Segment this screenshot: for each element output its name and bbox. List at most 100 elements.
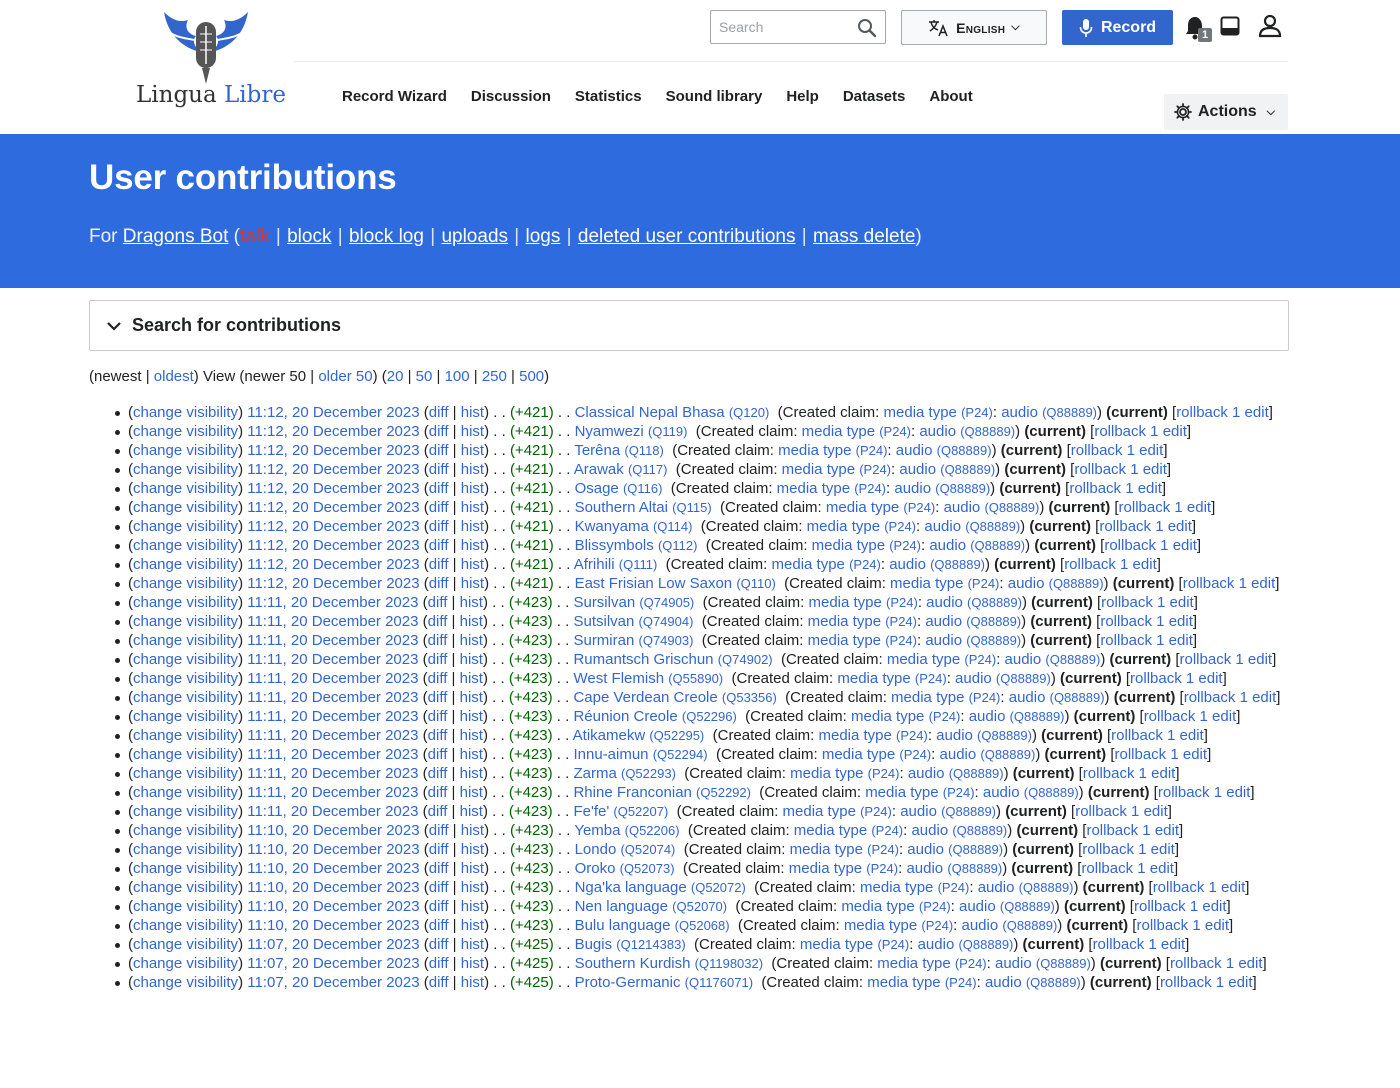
- rollback-link[interactable]: rollback 1 edit: [1081, 860, 1174, 877]
- rollback-link[interactable]: rollback 1 edit: [1115, 746, 1208, 763]
- page-link[interactable]: Innu-aimun (Q52294): [573, 746, 707, 763]
- rollback-link[interactable]: rollback 1 edit: [1083, 765, 1176, 782]
- rollback-link[interactable]: rollback 1 edit: [1130, 670, 1223, 687]
- timestamp-link[interactable]: 11:12, 20 December 2023: [247, 537, 419, 554]
- change-visibility-link[interactable]: change visibility: [133, 917, 238, 934]
- nav-discussion[interactable]: Discussion: [471, 88, 551, 105]
- rollback-link[interactable]: rollback 1 edit: [1153, 879, 1246, 896]
- property-link[interactable]: media type (P24): [782, 461, 891, 478]
- property-link[interactable]: media type (P24): [808, 613, 917, 630]
- timestamp-link[interactable]: 11:11, 20 December 2023: [247, 803, 418, 820]
- hist-link[interactable]: hist: [461, 537, 484, 554]
- rollback-link[interactable]: rollback 1 edit: [1093, 936, 1186, 953]
- property-link[interactable]: media type (P24): [808, 594, 917, 611]
- property-link[interactable]: media type (P24): [807, 518, 916, 535]
- timestamp-link[interactable]: 11:11, 20 December 2023: [247, 670, 418, 687]
- nav-datasets[interactable]: Datasets: [843, 88, 906, 105]
- page-link[interactable]: Nyamwezi (Q119): [575, 423, 688, 440]
- hist-link[interactable]: hist: [461, 936, 484, 953]
- timestamp-link[interactable]: 11:10, 20 December 2023: [247, 898, 419, 915]
- rollback-link[interactable]: rollback 1 edit: [1101, 594, 1194, 611]
- inbox-icon[interactable]: [1220, 16, 1240, 36]
- page-link[interactable]: East Frisian Low Saxon (Q110): [575, 575, 776, 592]
- property-link[interactable]: media type (P24): [837, 670, 946, 687]
- value-link[interactable]: audio (Q88889): [926, 594, 1022, 611]
- property-link[interactable]: media type (P24): [812, 537, 921, 554]
- value-link[interactable]: audio (Q88889): [906, 860, 1002, 877]
- page-link[interactable]: Yemba (Q52206): [574, 822, 679, 839]
- nav-help[interactable]: Help: [786, 88, 819, 105]
- timestamp-link[interactable]: 11:07, 20 December 2023: [247, 955, 419, 972]
- change-visibility-link[interactable]: change visibility: [133, 860, 238, 877]
- timestamp-link[interactable]: 11:11, 20 December 2023: [247, 765, 418, 782]
- change-visibility-link[interactable]: change visibility: [133, 974, 238, 991]
- timestamp-link[interactable]: 11:12, 20 December 2023: [247, 518, 419, 535]
- rollback-link[interactable]: rollback 1 edit: [1144, 708, 1237, 725]
- page-link[interactable]: Fe'fe' (Q52207): [573, 803, 668, 820]
- change-visibility-link[interactable]: change visibility: [133, 651, 238, 668]
- timestamp-link[interactable]: 11:12, 20 December 2023: [247, 423, 419, 440]
- property-link[interactable]: media type (P24): [851, 708, 960, 725]
- hist-link[interactable]: hist: [460, 727, 483, 744]
- pager-size-100[interactable]: 100: [445, 368, 470, 385]
- value-link[interactable]: audio (Q88889): [978, 879, 1074, 896]
- hist-link[interactable]: hist: [461, 575, 484, 592]
- rollback-link[interactable]: rollback 1 edit: [1176, 404, 1269, 421]
- change-visibility-link[interactable]: change visibility: [133, 404, 238, 421]
- deleted-contributions-link[interactable]: deleted user contributions: [578, 226, 796, 247]
- value-link[interactable]: audio (Q88889): [894, 480, 990, 497]
- pager-size-50[interactable]: 50: [416, 368, 433, 385]
- property-link[interactable]: media type (P24): [808, 632, 917, 649]
- hist-link[interactable]: hist: [461, 423, 484, 440]
- value-link[interactable]: audio (Q88889): [929, 537, 1025, 554]
- rollback-link[interactable]: rollback 1 edit: [1064, 556, 1157, 573]
- hist-link[interactable]: hist: [461, 974, 484, 991]
- change-visibility-link[interactable]: change visibility: [133, 879, 238, 896]
- hist-link[interactable]: hist: [460, 746, 483, 763]
- rollback-link[interactable]: rollback 1 edit: [1160, 974, 1253, 991]
- timestamp-link[interactable]: 11:12, 20 December 2023: [247, 404, 419, 421]
- language-selector[interactable]: English ⌵: [901, 10, 1047, 45]
- hist-link[interactable]: hist: [461, 480, 484, 497]
- value-link[interactable]: audio (Q88889): [925, 632, 1021, 649]
- change-visibility-link[interactable]: change visibility: [133, 575, 238, 592]
- talk-link[interactable]: talk: [240, 226, 270, 247]
- page-link[interactable]: Cape Verdean Creole (Q53356): [573, 689, 776, 706]
- uploads-link[interactable]: uploads: [441, 226, 508, 247]
- value-link[interactable]: audio (Q88889): [995, 955, 1091, 972]
- property-link[interactable]: media type (P24): [865, 784, 974, 801]
- timestamp-link[interactable]: 11:12, 20 December 2023: [247, 461, 419, 478]
- timestamp-link[interactable]: 11:11, 20 December 2023: [247, 689, 418, 706]
- diff-link[interactable]: diff: [429, 917, 449, 934]
- timestamp-link[interactable]: 11:12, 20 December 2023: [247, 575, 419, 592]
- timestamp-link[interactable]: 11:11, 20 December 2023: [247, 708, 418, 725]
- change-visibility-link[interactable]: change visibility: [133, 423, 238, 440]
- diff-link[interactable]: diff: [428, 784, 448, 801]
- page-link[interactable]: Classical Nepal Bhasa (Q120): [575, 404, 770, 421]
- timestamp-link[interactable]: 11:07, 20 December 2023: [247, 974, 419, 991]
- change-visibility-link[interactable]: change visibility: [133, 499, 238, 516]
- diff-link[interactable]: diff: [429, 480, 449, 497]
- value-link[interactable]: audio (Q88889): [936, 727, 1032, 744]
- hist-link[interactable]: hist: [460, 803, 483, 820]
- record-button[interactable]: Record: [1062, 10, 1173, 45]
- timestamp-link[interactable]: 11:11, 20 December 2023: [247, 613, 418, 630]
- property-link[interactable]: media type (P24): [877, 955, 986, 972]
- change-visibility-link[interactable]: change visibility: [133, 556, 238, 573]
- timestamp-link[interactable]: 11:12, 20 December 2023: [247, 499, 419, 516]
- diff-link[interactable]: diff: [429, 499, 449, 516]
- diff-link[interactable]: diff: [429, 537, 449, 554]
- timestamp-link[interactable]: 11:07, 20 December 2023: [247, 936, 419, 953]
- diff-link[interactable]: diff: [428, 746, 448, 763]
- timestamp-link[interactable]: 11:10, 20 December 2023: [247, 860, 419, 877]
- diff-link[interactable]: diff: [429, 898, 449, 915]
- hist-link[interactable]: hist: [460, 708, 483, 725]
- value-link[interactable]: audio (Q88889): [962, 917, 1058, 934]
- rollback-link[interactable]: rollback 1 edit: [1100, 632, 1193, 649]
- value-link[interactable]: audio (Q88889): [940, 746, 1036, 763]
- rollback-link[interactable]: rollback 1 edit: [1094, 423, 1187, 440]
- page-link[interactable]: Rhine Franconian (Q52292): [573, 784, 751, 801]
- property-link[interactable]: media type (P24): [844, 917, 953, 934]
- hist-link[interactable]: hist: [461, 841, 484, 858]
- property-link[interactable]: media type (P24): [890, 575, 999, 592]
